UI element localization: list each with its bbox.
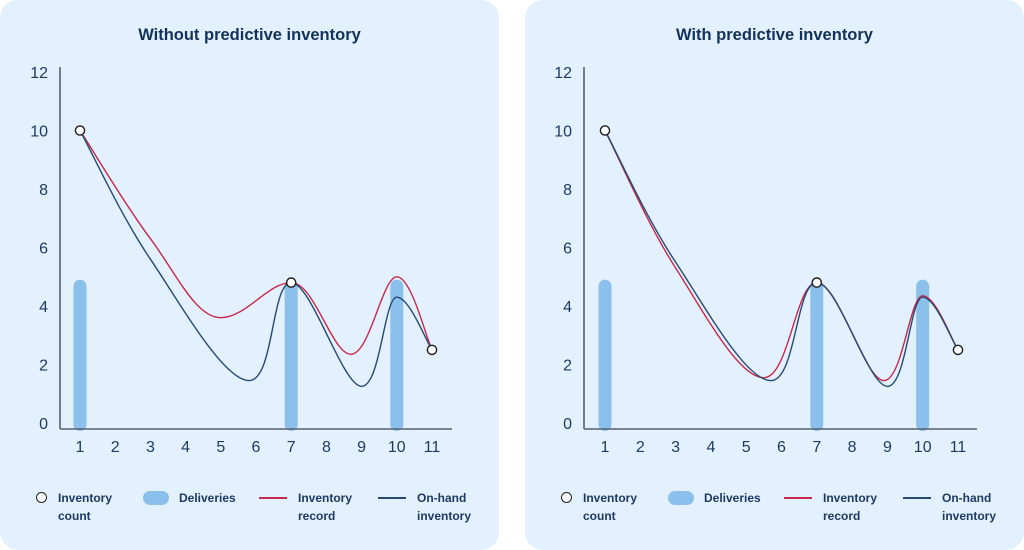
x-tick-label: 5 [216, 439, 225, 456]
series-line-on-hand-inventory [79, 129, 433, 388]
legend-label: On-hand [942, 491, 992, 505]
inventory-count-marker-icon [561, 492, 572, 503]
inventory-count-marker [426, 344, 438, 356]
x-tick-label: 5 [742, 439, 751, 456]
y-tick-label: 6 [39, 241, 48, 258]
y-tick-label: 8 [563, 182, 572, 199]
x-tick-label: 7 [812, 439, 821, 456]
inventory-count-marker [285, 277, 297, 288]
y-tick-label: 10 [554, 124, 572, 141]
y-tick-label: 0 [563, 416, 572, 433]
delivery-bar [284, 279, 298, 431]
inventory-count-marker [74, 125, 86, 136]
y-tick-label: 0 [39, 416, 48, 433]
chart-plot: 0246810121 2 3 4 5 6 7 8 9 10 11 [30, 65, 452, 456]
deliveries-swatch-icon [668, 491, 694, 505]
legend-label: record [298, 509, 336, 523]
x-tick-label: 2 [111, 439, 120, 456]
x-tick-label: 3 [146, 439, 155, 456]
x-tick-label: 1 [601, 439, 610, 456]
x-tick-label: 11 [424, 439, 441, 456]
legend-label: count [583, 509, 616, 523]
inventory-count-marker [811, 277, 823, 288]
x-tick-label: 8 [322, 439, 331, 456]
x-tick-label: 9 [357, 439, 366, 456]
inventory-record-line-icon [784, 497, 812, 499]
legend-item-deliveries: Deliveries [668, 489, 761, 507]
x-tick-label: 1 [76, 439, 85, 456]
legend-label: record [823, 509, 861, 523]
legend: Inventory count Deliveries Inventory recor… [561, 489, 1004, 529]
y-tick-label: 6 [563, 241, 572, 258]
series-line-on-hand-inventory [604, 129, 959, 388]
inventory-count-marker-icon [36, 492, 47, 503]
y-tick-label: 2 [563, 358, 572, 375]
legend-label: Deliveries [179, 491, 236, 505]
legend-label: On-hand [417, 491, 467, 505]
on-hand-inventory-line-icon [378, 497, 406, 499]
legend-label: inventory [942, 509, 997, 523]
deliveries-swatch-icon [143, 491, 169, 505]
x-tick-label: 6 [252, 439, 261, 456]
x-tick-label: 6 [777, 439, 786, 456]
delivery-bar [598, 279, 612, 431]
chart-plot: 0246810121 2 3 4 5 6 7 8 9 10 11 [554, 65, 977, 456]
y-tick-label: 12 [30, 65, 48, 82]
x-tick-label: 10 [914, 439, 932, 456]
x-tick-label: 3 [671, 439, 680, 456]
y-tick-label: 4 [563, 299, 572, 316]
chart-panel-without-predictive: Without predictive inventory 0 2 4 6 8 10 12 1 2… [0, 0, 499, 550]
legend-label: Deliveries [704, 491, 761, 505]
x-tick-label: 9 [883, 439, 892, 456]
y-tick-label: 12 [554, 65, 572, 82]
on-hand-inventory-line-icon [903, 497, 931, 499]
inventory-count-marker [599, 125, 611, 136]
legend-item-on-hand-inventory: On-hand inventory [378, 489, 471, 525]
inventory-record-line-icon [259, 497, 287, 499]
legend-item-inventory-record: Inventory record [259, 489, 352, 525]
legend-item-inventory-count: Inventory count [561, 489, 637, 525]
series-line-inventory-record [79, 129, 433, 355]
legend-item-inventory-record: Inventory record [784, 489, 877, 525]
legend-label: Inventory [583, 491, 638, 505]
chart-panel-with-predictive: With predictive inventory 0 2 4 6 8 10 12 1 2 3 4 5… [525, 0, 1024, 550]
delivery-bar [810, 279, 824, 431]
legend-item-inventory-count: Inventory count [36, 489, 112, 525]
y-tick-label: 8 [39, 182, 48, 199]
delivery-bar [73, 279, 87, 431]
y-tick-label: 2 [39, 358, 48, 375]
x-tick-label: 4 [181, 439, 190, 456]
series-line-inventory-record [604, 129, 959, 382]
y-tick-label: 10 [30, 124, 48, 141]
legend-label: Inventory [298, 491, 353, 505]
x-tick-label: 2 [636, 439, 645, 456]
x-tick-label: 4 [706, 439, 715, 456]
legend: Inventory count Deliveries Inventory recor… [36, 489, 479, 529]
legend-label: inventory [417, 509, 472, 523]
legend-label: count [58, 509, 91, 523]
x-tick-label: 8 [848, 439, 857, 456]
legend-item-on-hand-inventory: On-hand inventory [903, 489, 996, 525]
legend-label: Inventory [58, 491, 113, 505]
y-tick-label: 4 [39, 299, 48, 316]
x-tick-label: 7 [287, 439, 296, 456]
x-tick-label: 11 [950, 439, 967, 456]
x-tick-label: 10 [388, 439, 406, 456]
inventory-count-marker [952, 344, 964, 356]
legend-item-deliveries: Deliveries [143, 489, 236, 507]
legend-label: Inventory [823, 491, 878, 505]
